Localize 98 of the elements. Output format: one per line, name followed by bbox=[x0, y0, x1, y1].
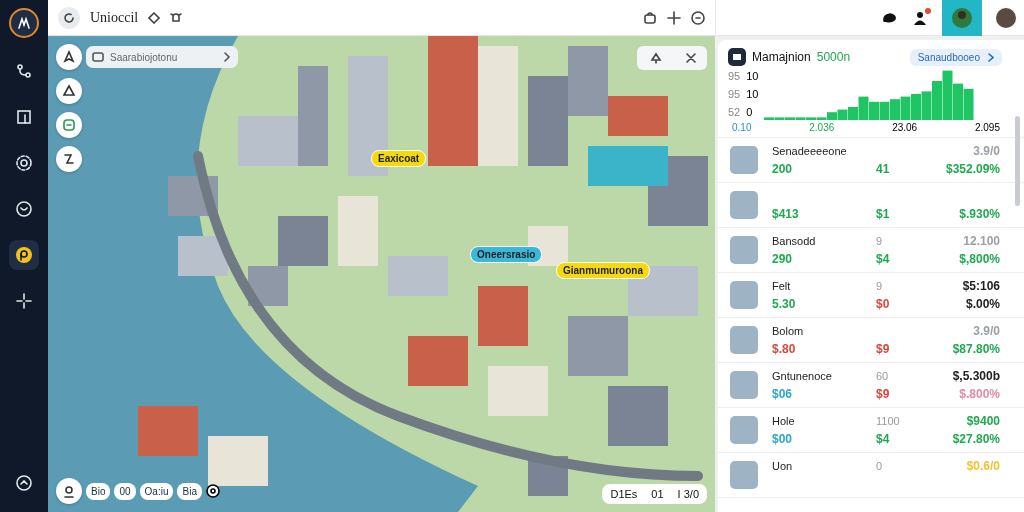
clock-icon[interactable] bbox=[691, 11, 705, 25]
close-icon[interactable] bbox=[685, 53, 696, 63]
sparkle-icon bbox=[15, 292, 33, 310]
item-value: 3.9/0 bbox=[973, 324, 1000, 338]
item-value: $27.80% bbox=[952, 432, 1000, 446]
item-value: 41 bbox=[876, 162, 890, 176]
item-value: $5:106 bbox=[962, 279, 1000, 293]
photo-placeholder bbox=[730, 461, 758, 489]
item-value: $9400 bbox=[966, 414, 1000, 428]
item-value: $00 bbox=[772, 432, 793, 446]
item-value: 60 bbox=[876, 370, 889, 382]
panel-value: 5000n bbox=[816, 50, 851, 64]
item-value: $,5.300b bbox=[952, 369, 1000, 383]
back-button[interactable] bbox=[58, 7, 80, 29]
item-value: 200 bbox=[772, 162, 793, 176]
item-value: $4 bbox=[876, 432, 890, 446]
item-value: $9 bbox=[876, 387, 890, 401]
axis-value: 10 bbox=[746, 88, 759, 100]
scale-text: D1Es bbox=[610, 488, 638, 500]
item-value: 3.9/0 bbox=[973, 144, 1000, 158]
clock-icon bbox=[15, 200, 33, 218]
photo-placeholder bbox=[730, 191, 758, 219]
item-value: 9 bbox=[876, 280, 883, 292]
scale-text: I 3/0 bbox=[677, 488, 699, 500]
axis-label: 52 bbox=[728, 106, 741, 118]
item-name: Bansodd bbox=[772, 235, 816, 247]
photo-placeholder bbox=[730, 146, 758, 174]
axis-label: 95 bbox=[728, 70, 741, 82]
logo-icon bbox=[17, 16, 31, 30]
diamond-icon[interactable] bbox=[148, 12, 161, 24]
refresh-icon bbox=[63, 12, 75, 24]
item-value: $0.6/0 bbox=[966, 459, 1000, 473]
sidebar-button[interactable] bbox=[9, 240, 39, 270]
axis-value: 0 bbox=[746, 106, 753, 118]
search-field[interactable]: Saarabiojotonu bbox=[86, 46, 238, 68]
plus-icon[interactable] bbox=[667, 11, 681, 25]
item-value: 290 bbox=[772, 252, 793, 266]
app-logo[interactable] bbox=[9, 8, 39, 38]
profile-button[interactable] bbox=[942, 0, 982, 36]
bag-icon[interactable] bbox=[643, 11, 657, 25]
photo-placeholder bbox=[730, 371, 758, 399]
navigate-icon bbox=[62, 50, 76, 64]
branch-icon bbox=[15, 62, 33, 80]
item-value: $.800% bbox=[959, 387, 1000, 401]
item-value: $87.80% bbox=[952, 342, 1000, 356]
axis-label: 2.095 bbox=[974, 122, 1000, 133]
photo-placeholder bbox=[730, 281, 758, 309]
item-value: $06 bbox=[772, 387, 793, 401]
chevron-right-icon bbox=[988, 52, 994, 62]
item-name: Hole bbox=[772, 415, 795, 427]
item-name: Gntunenoce bbox=[772, 370, 832, 382]
map-label[interactable]: Eaxicoat bbox=[371, 150, 427, 167]
photo-placeholder bbox=[730, 236, 758, 264]
item-value: $.930% bbox=[959, 207, 1000, 221]
item-value: $413 bbox=[772, 207, 799, 221]
view-button[interactable]: Sanaudbooeo bbox=[909, 48, 1002, 66]
map-label[interactable]: Gianmumuroona bbox=[556, 262, 650, 279]
axis-label: 95 bbox=[728, 88, 741, 100]
item-name: Senadeeeeone bbox=[772, 145, 847, 157]
gear-icon bbox=[15, 154, 33, 172]
item-value: $0 bbox=[876, 297, 890, 311]
item-value: $,800% bbox=[959, 252, 1000, 266]
axis-label: 0.10 bbox=[732, 122, 752, 133]
coin-icon bbox=[15, 246, 33, 264]
axis-value: 10 bbox=[746, 70, 759, 82]
item-value: 0 bbox=[876, 460, 883, 472]
map-label[interactable]: Oneersrasio bbox=[470, 246, 543, 263]
notification-dot bbox=[925, 8, 931, 14]
person-icon bbox=[912, 10, 928, 26]
item-value: $.00% bbox=[965, 297, 1000, 311]
chevron-right-icon bbox=[223, 52, 231, 62]
item-value: $1 bbox=[876, 207, 890, 221]
notification-button[interactable] bbox=[912, 10, 928, 26]
item-value: $4 bbox=[876, 252, 890, 266]
scale-text: 01 bbox=[651, 488, 664, 500]
item-value: $9 bbox=[876, 342, 890, 356]
app-title: Unioccil bbox=[90, 10, 139, 26]
scrollbar[interactable] bbox=[1015, 116, 1020, 206]
item-value: 1100 bbox=[876, 415, 900, 427]
square-icon bbox=[15, 108, 33, 126]
item-value: $352.09% bbox=[945, 162, 1000, 176]
chevron-up-icon bbox=[15, 474, 33, 492]
panel-title: Mamajnion bbox=[752, 50, 811, 64]
photo-placeholder bbox=[730, 416, 758, 444]
photo-placeholder bbox=[730, 326, 758, 354]
item-value: 5.30 bbox=[772, 297, 796, 311]
axis-label: 23.06 bbox=[892, 122, 918, 133]
target-icon[interactable] bbox=[205, 484, 220, 498]
item-value: 9 bbox=[876, 235, 883, 247]
item-value: $.80 bbox=[772, 342, 796, 356]
item-name: Felt bbox=[772, 280, 791, 292]
person-icon bbox=[951, 7, 973, 29]
item-value: 12.100 bbox=[963, 234, 1000, 248]
item-name: Uon bbox=[772, 460, 793, 472]
avatar[interactable] bbox=[996, 8, 1016, 28]
triangle-icon bbox=[62, 84, 76, 98]
axis-label: 2.036 bbox=[809, 122, 835, 133]
item-name: Bolom bbox=[772, 325, 804, 337]
